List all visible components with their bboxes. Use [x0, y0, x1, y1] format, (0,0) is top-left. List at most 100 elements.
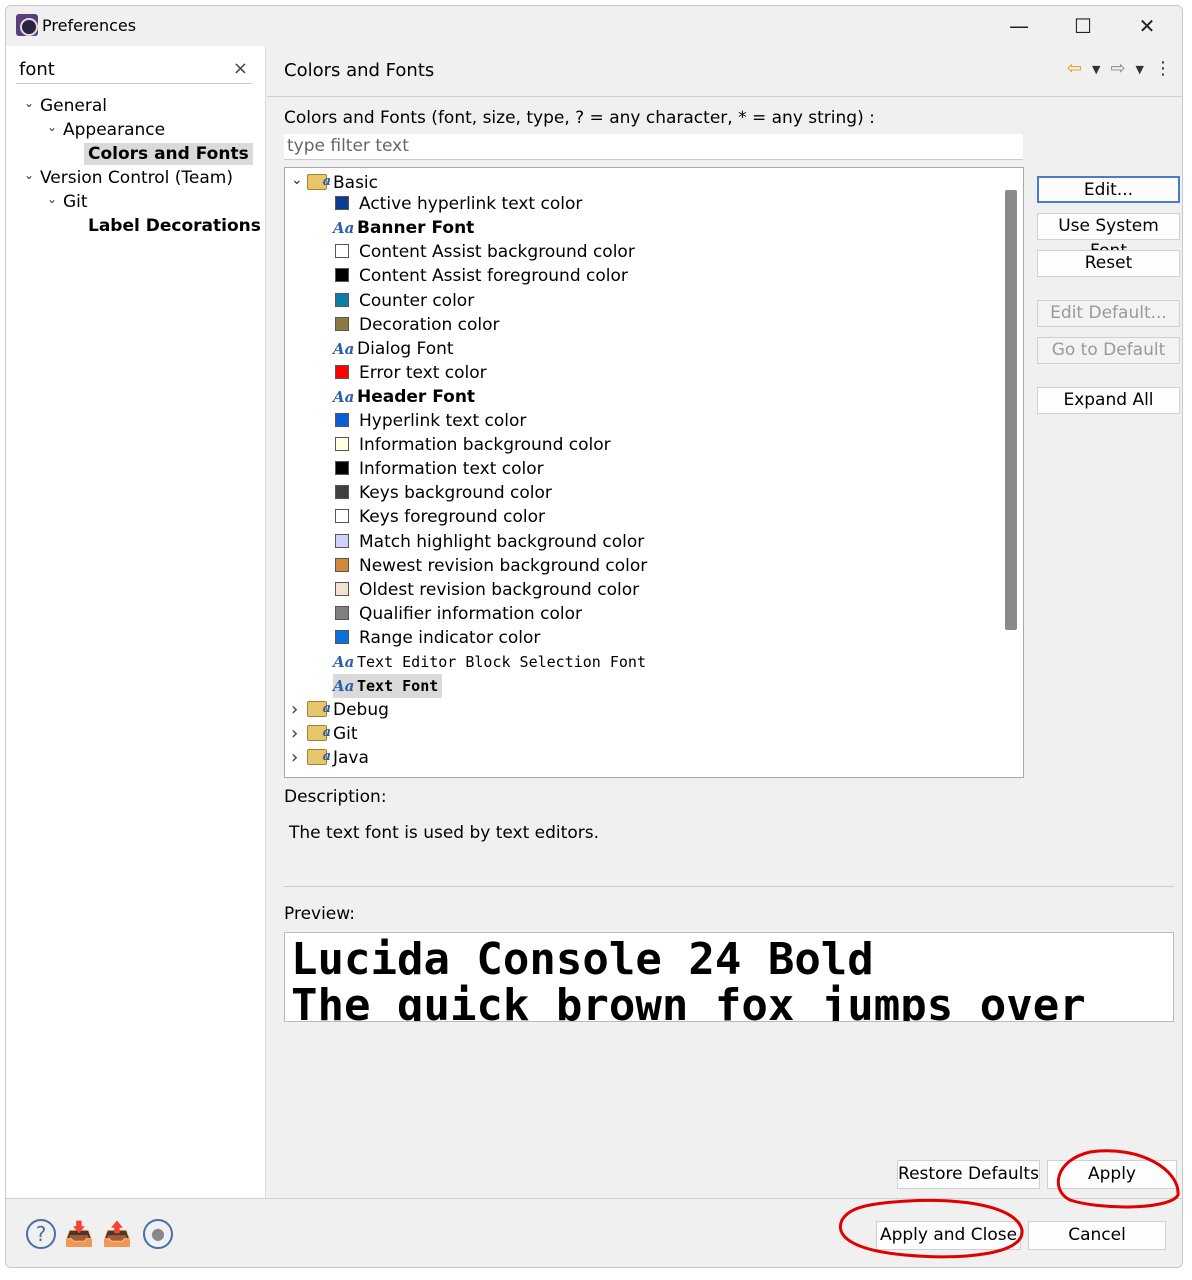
minimize-button[interactable]: — [996, 10, 1042, 42]
preview-line: Lucida Console 24 Bold [291, 934, 874, 985]
filter-label: Colors and Fonts (font, size, type, ? = … [284, 108, 875, 128]
chevron-down-icon[interactable]: ⌄ [47, 120, 63, 134]
tree-item[interactable]: Information text color [335, 457, 544, 481]
tree-item[interactable]: Information background color [335, 433, 611, 457]
sidebar-item[interactable]: ⌄ Git [47, 192, 88, 212]
tree-item[interactable]: Aa Header Font [333, 385, 475, 409]
tree-item-label: Oldest revision background color [359, 579, 640, 600]
tree-item-label: Header Font [357, 386, 476, 407]
tree-item[interactable]: Active hyperlink text color [335, 192, 582, 216]
folder-icon [307, 170, 331, 194]
action-button[interactable]: Edit... [1037, 176, 1180, 203]
restore-defaults-button[interactable]: Restore Defaults [897, 1160, 1040, 1189]
preference-search-input[interactable]: font × [16, 56, 252, 84]
chevron-right-icon[interactable]: › [291, 722, 307, 746]
tree-item[interactable]: Error text color [335, 361, 487, 385]
search-value: font [19, 59, 55, 80]
folder-icon [307, 745, 331, 769]
sidebar-item[interactable]: Label Decorations [88, 216, 261, 236]
color-swatch-icon [335, 268, 349, 283]
sidebar-item[interactable]: Colors and Fonts [84, 143, 253, 165]
tree-item[interactable]: Newest revision background color [335, 554, 647, 578]
app-icon [16, 14, 38, 36]
action-button[interactable]: Go to Default [1037, 337, 1180, 364]
help-icon[interactable]: ? [26, 1219, 56, 1249]
color-swatch-icon [335, 196, 349, 211]
tree-item-label: Keys background color [359, 483, 552, 504]
tree-item[interactable]: Content Assist foreground color [335, 264, 628, 288]
sidebar-item[interactable]: ⌄ General [24, 96, 107, 116]
export-icon[interactable]: 📤 [102, 1219, 132, 1249]
font-icon: Aa [333, 387, 355, 406]
chevron-down-icon[interactable]: ⌄ [291, 168, 307, 192]
sidebar-item[interactable]: ⌄ Appearance [47, 120, 165, 140]
folder-icon [307, 697, 331, 721]
filter-input[interactable]: type filter text [284, 134, 1023, 160]
tree-item-label: Decoration color [359, 314, 500, 335]
more-menu-icon[interactable]: ⋮ [1154, 58, 1172, 82]
chevron-down-icon[interactable]: ⌄ [24, 168, 40, 182]
color-swatch-icon [335, 629, 349, 644]
tree-item[interactable]: › Debug [291, 697, 389, 722]
tree-item-label: Range indicator color [359, 627, 541, 648]
sidebar-item[interactable]: ⌄ Version Control (Team) [24, 168, 233, 188]
tree-item[interactable]: Oldest revision background color [335, 578, 639, 602]
tree-item[interactable]: ⌄ Basic [291, 168, 378, 194]
description-value: The text font is used by text editors. [289, 823, 599, 843]
tree-item[interactable]: Content Assist background color [335, 240, 635, 264]
tree-item[interactable]: › Java [291, 745, 369, 770]
color-swatch-icon [335, 244, 349, 259]
description-label: Description: [284, 787, 387, 807]
import-icon[interactable]: 📥 [64, 1219, 94, 1249]
tree-item[interactable]: Aa Dialog Font [333, 337, 454, 361]
chevron-right-icon[interactable]: › [291, 698, 307, 722]
tree-item[interactable]: Keys background color [335, 481, 552, 505]
description-text: The text font is used by text editors. [284, 815, 1174, 887]
tree-item[interactable]: Range indicator color [335, 626, 540, 650]
tree-item-label: Content Assist foreground color [359, 266, 628, 287]
tree-scrollbar[interactable] [1005, 190, 1017, 630]
colors-fonts-tree[interactable]: ⌄BasicActive hyperlink text colorAaBanne… [284, 167, 1024, 778]
back-menu-icon[interactable]: ▼ [1092, 58, 1100, 82]
apply-and-close-button[interactable]: Apply and Close [876, 1221, 1021, 1250]
tree-item[interactable]: Counter color [335, 289, 474, 313]
forward-icon[interactable]: ⇨ [1110, 58, 1125, 82]
tree-item[interactable]: Aa Text Font [333, 674, 443, 699]
tree-item[interactable]: Aa Text Editor Block Selection Font [333, 650, 646, 674]
tree-item[interactable]: Qualifier information color [335, 602, 582, 626]
forward-menu-icon[interactable]: ▼ [1136, 58, 1144, 82]
preview-label: Preview: [284, 904, 355, 924]
tree-item-label: Debug [333, 700, 389, 721]
color-swatch-icon [335, 509, 349, 524]
tree-item[interactable]: Hyperlink text color [335, 409, 526, 433]
tree-item-label: Java [333, 748, 369, 769]
action-button[interactable]: Use System Font [1037, 213, 1180, 261]
action-button[interactable]: Edit Default... [1037, 300, 1180, 327]
color-swatch-icon [335, 364, 349, 379]
maximize-button[interactable]: ☐ [1060, 10, 1106, 42]
preview-line: The quick brown fox jumps over [291, 980, 1086, 1022]
color-swatch-icon [335, 292, 349, 307]
tree-item-label: Newest revision background color [359, 555, 648, 576]
close-button[interactable]: ✕ [1124, 10, 1170, 42]
tree-item[interactable]: Keys foreground color [335, 505, 545, 529]
chevron-down-icon[interactable]: ⌄ [24, 96, 40, 110]
main-panel: Colors and Fonts ⇦ ▼ ⇨ ▼ ⋮ Colors and Font… [267, 46, 1182, 1198]
action-button[interactable]: Expand All [1037, 387, 1180, 414]
color-swatch-icon [335, 437, 349, 452]
tree-item[interactable]: › Git [291, 721, 358, 746]
color-swatch-icon [335, 533, 349, 548]
tree-item[interactable]: Decoration color [335, 313, 500, 337]
apply-button[interactable]: Apply [1047, 1160, 1177, 1189]
back-icon[interactable]: ⇦ [1067, 58, 1082, 82]
chevron-down-icon[interactable]: ⌄ [47, 192, 63, 206]
action-button[interactable]: Reset [1037, 250, 1180, 277]
chevron-right-icon[interactable]: › [291, 746, 307, 770]
tree-item[interactable]: Match highlight background color [335, 530, 644, 554]
cancel-button[interactable]: Cancel [1028, 1221, 1166, 1250]
tree-item[interactable]: Aa Banner Font [333, 216, 474, 240]
record-icon[interactable]: ● [143, 1219, 173, 1249]
tree-item-label: Information background color [359, 435, 611, 456]
sidebar-item-label: Version Control (Team) [40, 168, 233, 188]
clear-search-icon[interactable]: × [233, 58, 248, 79]
